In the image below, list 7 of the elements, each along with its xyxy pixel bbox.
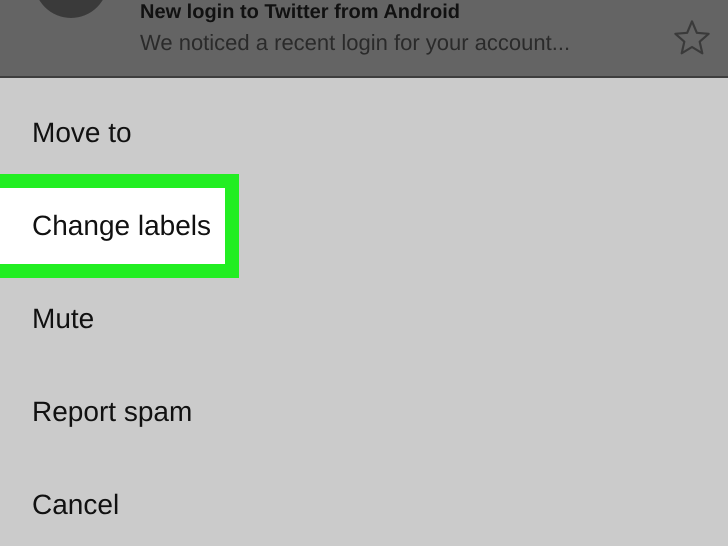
menu-item[interactable]: Move to [0, 118, 164, 146]
email-preview: We noticed a recent login for your account... [140, 30, 572, 56]
menu-item[interactable]: Change labels [0, 174, 240, 278]
email-subject: New login to Twitter from Android [140, 0, 461, 24]
menu-item[interactable]: Mute [0, 304, 126, 332]
menu-item[interactable]: Report spam [0, 398, 224, 426]
menu-item[interactable]: Cancel [0, 490, 152, 518]
